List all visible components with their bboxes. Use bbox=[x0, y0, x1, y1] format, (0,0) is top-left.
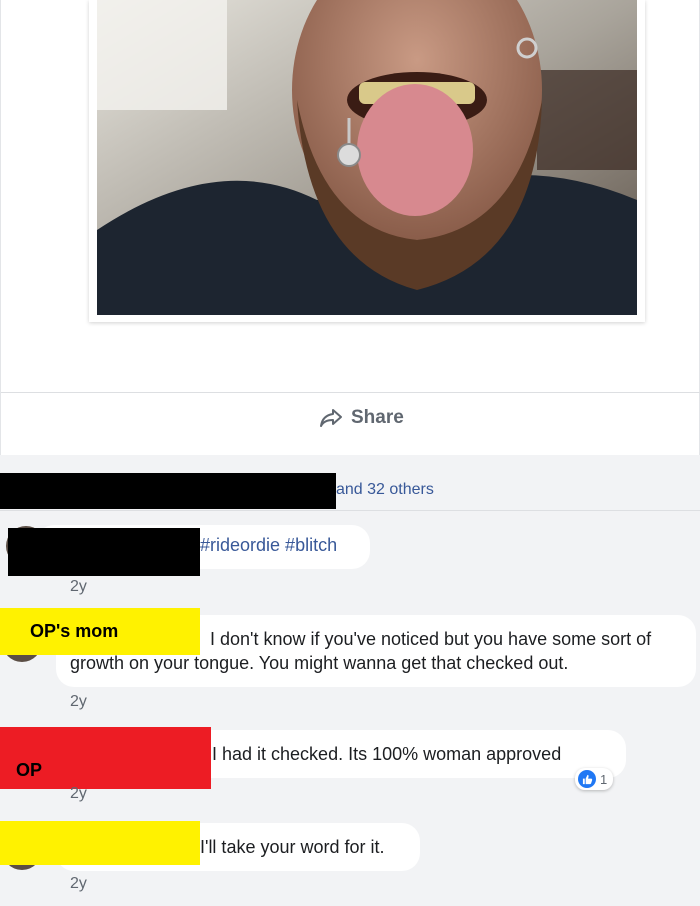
post-photo-frame bbox=[89, 0, 645, 322]
action-bar: Share bbox=[1, 393, 700, 453]
share-arrow-icon bbox=[320, 409, 342, 427]
annotation-label: OP's mom bbox=[0, 608, 200, 655]
comment-time[interactable]: 2y bbox=[70, 693, 87, 711]
comment-time[interactable]: 2y bbox=[70, 875, 87, 893]
comment-hashtags[interactable]: #rideordie #blitch bbox=[200, 535, 337, 555]
comment-text: I had it checked. Its 100% woman approve… bbox=[212, 744, 562, 764]
likes-text[interactable]: and 32 others bbox=[336, 481, 434, 499]
share-button[interactable]: Share bbox=[319, 407, 404, 429]
share-label: Share bbox=[351, 407, 404, 428]
redaction-bar bbox=[8, 528, 200, 576]
annotation-label bbox=[0, 821, 200, 865]
comment-time[interactable]: 2y bbox=[70, 785, 87, 803]
reaction-badge[interactable]: 1 bbox=[575, 768, 614, 790]
post-card: Share bbox=[0, 0, 700, 455]
post-photo[interactable] bbox=[97, 0, 637, 315]
photo-icon bbox=[97, 0, 637, 315]
reaction-count: 1 bbox=[600, 771, 608, 787]
redaction-bar bbox=[0, 473, 336, 509]
likes-summary: and 32 others bbox=[0, 463, 700, 511]
comment-time[interactable]: 2y bbox=[70, 578, 87, 596]
thumbs-up-icon bbox=[578, 770, 596, 788]
annotation-label-text: OP's mom bbox=[30, 621, 119, 641]
comments-section: and 32 others #rideordie #blitch 2y I do… bbox=[0, 455, 700, 906]
annotation-label: OP bbox=[0, 727, 211, 789]
annotation-label-text: OP bbox=[16, 760, 43, 780]
comment-text: I'll take your word for it. bbox=[200, 837, 385, 857]
